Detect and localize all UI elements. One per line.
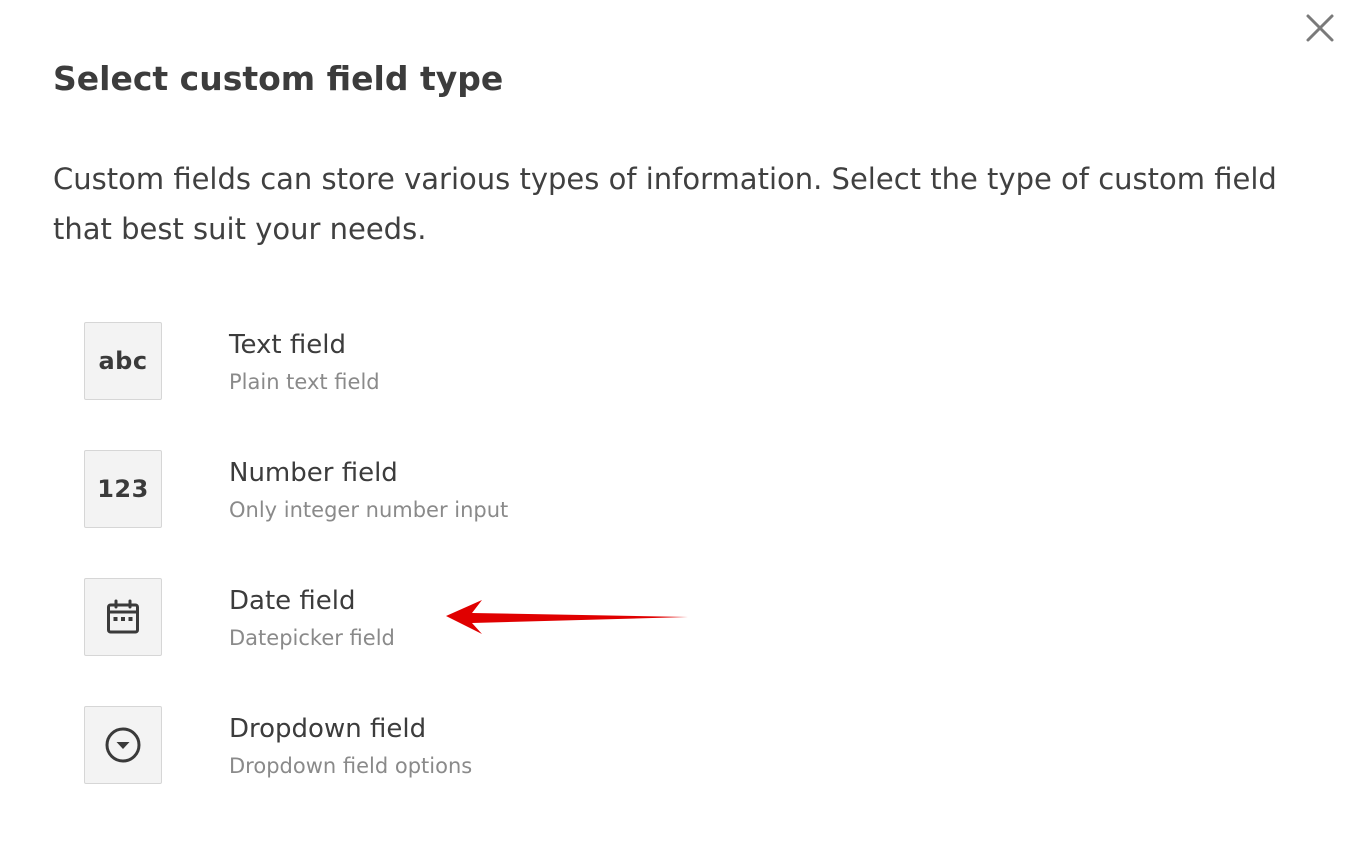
dialog-description: Custom fields can store various types of… <box>53 162 1277 246</box>
option-number-field[interactable]: 123 Number field Only integer number inp… <box>84 450 644 530</box>
annotation-arrow-icon <box>446 600 688 634</box>
dropdown-circle-icon <box>84 706 162 784</box>
option-sublabel: Plain text field <box>229 370 380 394</box>
icon-text: abc <box>98 347 148 375</box>
option-sublabel: Datepicker field <box>229 626 395 650</box>
close-icon <box>1306 14 1334 42</box>
option-text-field[interactable]: abc Text field Plain text field <box>84 322 644 402</box>
option-label: Dropdown field <box>229 714 427 744</box>
text-abc-icon: abc <box>84 322 162 400</box>
option-sublabel: Only integer number input <box>229 498 509 522</box>
option-label: Date field <box>229 586 356 616</box>
dialog-title: Select custom field type <box>53 59 504 98</box>
option-label: Number field <box>229 458 398 488</box>
calendar-icon <box>84 578 162 656</box>
icon-text: 123 <box>97 475 149 503</box>
number-123-icon: 123 <box>84 450 162 528</box>
close-button[interactable] <box>1302 10 1338 46</box>
option-label: Text field <box>229 330 346 360</box>
option-dropdown-field[interactable]: Dropdown field Dropdown field options <box>84 706 644 786</box>
option-sublabel: Dropdown field options <box>229 754 473 778</box>
